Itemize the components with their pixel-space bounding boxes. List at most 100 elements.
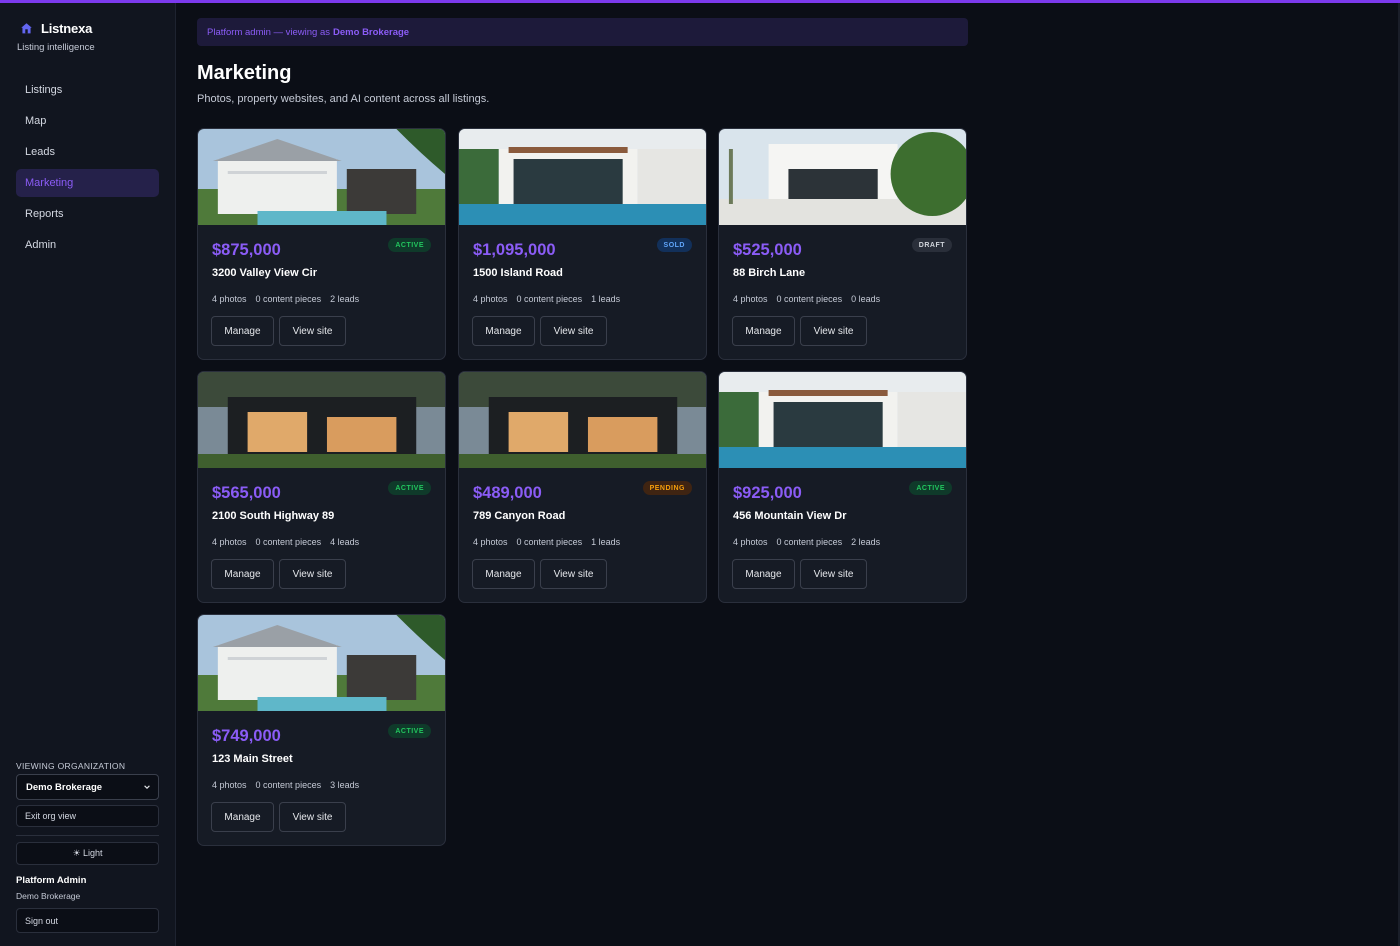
listing-stats: 4 photos 0 content pieces 3 leads [212,780,359,790]
listing-address: 123 Main Street [212,753,293,765]
nav-item-listings[interactable]: Listings [16,76,159,104]
listing-stats: 4 photos 0 content pieces 2 leads [733,537,880,547]
photo-count: 4 photos [212,537,247,547]
listing-address: 789 Canyon Road [473,510,566,522]
user-org: Demo Brokerage [16,891,81,901]
listing-address: 2100 South Highway 89 [212,510,335,522]
nav-item-map[interactable]: Map [16,107,159,135]
content-count: 0 content pieces [255,780,322,790]
house-modern-white-icon[interactable] [719,129,966,225]
content-count: 0 content pieces [516,537,583,547]
listing-address: 1500 Island Road [473,267,563,279]
sidebar-divider [16,835,159,836]
photo-count: 4 photos [212,294,247,304]
view-site-button[interactable]: View site [279,559,346,589]
view-site-button[interactable]: View site [279,316,346,346]
status-badge: PENDING [642,481,692,495]
content-count: 0 content pieces [776,294,843,304]
photo-count: 4 photos [733,537,768,547]
sidebar-nav: Listings Map Leads Marketing Reports Adm… [16,76,159,262]
app-name: Listnexa [41,21,93,36]
listing-card: $1,095,000 SOLD 1500 Island Road 4 photo… [458,128,707,360]
manage-button[interactable]: Manage [732,559,795,589]
house-modern-pool-icon[interactable] [719,372,966,468]
admin-banner: Platform admin — viewing as Demo Brokera… [197,18,968,46]
content-count: 0 content pieces [516,294,583,304]
content-count: 0 content pieces [255,537,322,547]
lead-count: 4 leads [330,537,360,547]
page-subtitle: Photos, property websites, and AI conten… [197,93,490,105]
house-colonial-icon[interactable] [198,129,445,225]
nav-item-marketing[interactable]: Marketing [16,169,159,197]
status-badge: ACTIVE [388,481,431,495]
page-title: Marketing [197,62,292,84]
listing-address: 456 Mountain View Dr [733,510,847,522]
app-tagline: Listing intelligence [17,42,95,53]
manage-button[interactable]: Manage [732,316,795,346]
lead-count: 1 leads [591,537,621,547]
lead-count: 1 leads [591,294,621,304]
listing-stats: 4 photos 0 content pieces 2 leads [212,294,359,304]
listing-price: $749,000 [212,727,281,745]
home-logo-icon [21,23,32,34]
lead-count: 2 leads [851,537,881,547]
status-badge: DRAFT [911,238,952,252]
org-select-value: Demo Brokerage [26,781,103,793]
manage-button[interactable]: Manage [211,316,274,346]
listing-address: 3200 Valley View Cir [212,267,317,279]
nav-item-reports[interactable]: Reports [16,200,159,228]
listing-card: $565,000 ACTIVE 2100 South Highway 89 4 … [197,371,446,603]
theme-toggle-button[interactable]: ☀ Light [16,842,159,865]
sign-out-button[interactable]: Sign out [16,908,159,933]
nav-item-leads[interactable]: Leads [16,138,159,166]
listing-stats: 4 photos 0 content pieces 1 leads [473,294,620,304]
sidebar: Listnexa Listing intelligence Listings M… [0,3,176,946]
status-badge: SOLD [656,238,692,252]
content-count: 0 content pieces [255,294,322,304]
org-label: VIEWING ORGANIZATION [16,761,126,771]
org-select[interactable]: Demo Brokerage [16,774,159,800]
top-accent-bar [0,0,1400,3]
view-site-button[interactable]: View site [279,802,346,832]
view-site-button[interactable]: View site [800,316,867,346]
view-site-button[interactable]: View site [540,316,607,346]
status-badge: ACTIVE [909,481,952,495]
status-badge: ACTIVE [388,238,431,252]
listing-stats: 4 photos 0 content pieces 1 leads [473,537,620,547]
banner-text: Platform admin — viewing as [207,26,331,38]
listing-price: $1,095,000 [473,241,556,259]
banner-org: Demo Brokerage [333,26,410,38]
listing-stats: 4 photos 0 content pieces 0 leads [733,294,880,304]
house-modern-pool-icon[interactable] [459,129,706,225]
lead-count: 2 leads [330,294,360,304]
manage-button[interactable]: Manage [211,802,274,832]
photo-count: 4 photos [473,294,508,304]
listing-card: $875,000 ACTIVE 3200 Valley View Cir 4 p… [197,128,446,360]
house-modern-dark-icon[interactable] [198,372,445,468]
view-site-button[interactable]: View site [800,559,867,589]
view-site-button[interactable]: View site [540,559,607,589]
listing-address: 88 Birch Lane [733,267,806,279]
photo-count: 4 photos [473,537,508,547]
listing-price: $565,000 [212,484,281,502]
manage-button[interactable]: Manage [472,559,535,589]
status-badge: ACTIVE [388,724,431,738]
listing-price: $925,000 [733,484,802,502]
brand[interactable]: Listnexa [20,21,92,36]
house-colonial-icon[interactable] [198,615,445,711]
listing-card: $925,000 ACTIVE 456 Mountain View Dr 4 p… [718,371,967,603]
lead-count: 0 leads [851,294,881,304]
nav-item-admin[interactable]: Admin [16,231,159,259]
manage-button[interactable]: Manage [472,316,535,346]
chevron-down-icon [144,785,150,789]
listing-card: $525,000 DRAFT 88 Birch Lane 4 photos 0 … [718,128,967,360]
lead-count: 3 leads [330,780,360,790]
listing-stats: 4 photos 0 content pieces 4 leads [212,537,359,547]
user-name: Platform Admin [16,875,87,886]
listing-card: $489,000 PENDING 789 Canyon Road 4 photo… [458,371,707,603]
exit-org-view-button[interactable]: Exit org view [16,805,159,827]
listing-price: $875,000 [212,241,281,259]
listing-price: $489,000 [473,484,542,502]
house-modern-dark-icon[interactable] [459,372,706,468]
manage-button[interactable]: Manage [211,559,274,589]
